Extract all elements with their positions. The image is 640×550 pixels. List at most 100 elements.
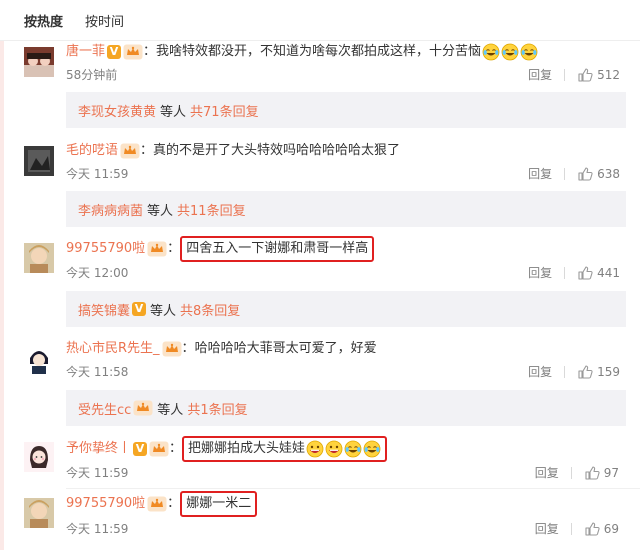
like-button[interactable]: 441 — [577, 265, 620, 281]
comment-username[interactable]: 毛的呓语 — [66, 140, 118, 162]
grin-emoji-icon — [306, 440, 324, 458]
comment-text-line: 99755790啦 ： 四舍五入一下谢娜和肃哥一样高 — [66, 236, 375, 262]
sub-replies-box: 受先生cc 等人 共1条回复 — [66, 390, 626, 426]
verified-v-icon: V — [132, 301, 147, 317]
comment-username[interactable]: 99755790啦 — [66, 239, 145, 259]
comment-actions: 回复 638 — [528, 165, 620, 182]
vip-crown-icon — [123, 44, 143, 60]
sub-reply-connector: 等人 — [150, 303, 177, 319]
comment-username[interactable]: 唐一菲 — [66, 41, 105, 63]
comment-text-line: 唐一菲 V ： 我啥特效都没开，不知道为啥每次都拍成这样，十分苦恼 — [66, 41, 538, 63]
laugh-cry-emoji-icon — [344, 440, 362, 458]
action-separator — [570, 522, 572, 535]
thumbs-up-icon — [584, 465, 600, 481]
comment-text-line: 予你挚终丨 V ： 把娜娜拍成大头娃娃 — [66, 436, 388, 462]
avatar[interactable] — [24, 47, 54, 77]
view-replies-link[interactable]: 共11条回复 — [177, 200, 246, 219]
like-count: 512 — [597, 67, 620, 82]
sub-replies-box: 李病病病菌 等人 共11条回复 — [66, 191, 626, 227]
reply-button[interactable]: 回复 — [535, 464, 559, 481]
vip-crown-icon — [149, 441, 169, 457]
laugh-cry-emoji-icon — [363, 440, 381, 458]
like-button[interactable]: 638 — [577, 166, 620, 182]
view-replies-link[interactable]: 共71条回复 — [190, 101, 259, 120]
comment-divider — [66, 488, 640, 489]
thumbs-up-icon — [577, 364, 593, 380]
comment-item: 99755790啦 ： 四舍五入一下谢娜和肃哥一样高 今天 12:00 回复 4… — [0, 236, 640, 331]
sub-reply-connector: 等人 — [147, 203, 174, 219]
sub-replies-box: 搞笑锦囊 V 等人 共8条回复 — [66, 291, 626, 327]
like-count: 97 — [603, 465, 619, 480]
sub-reply-users[interactable]: 搞笑锦囊 — [78, 300, 130, 319]
comment-text: 四舍五入一下谢娜和肃哥一样高 — [186, 241, 369, 256]
vip-crown-icon — [162, 341, 182, 357]
comment-actions: 回复 512 — [528, 66, 620, 83]
comment-text-line: 99755790啦 ： 娜娜一米二 — [66, 491, 258, 517]
reply-button[interactable]: 回复 — [528, 165, 552, 182]
avatar[interactable] — [24, 146, 54, 176]
avatar[interactable] — [24, 498, 54, 528]
comment-username[interactable]: 99755790啦 — [66, 494, 145, 514]
comment-text: 娜娜一米二 — [186, 496, 252, 511]
vip-crown-icon — [133, 400, 153, 416]
vip-crown-icon — [147, 241, 167, 257]
highlight-box: 娜娜一米二 — [180, 491, 258, 517]
like-count: 441 — [597, 265, 620, 280]
action-separator — [564, 167, 566, 180]
sort-by-time-tab[interactable]: 按时间 — [85, 11, 124, 30]
comment-actions: 回复 69 — [535, 520, 619, 537]
verified-v-icon: V — [107, 44, 122, 60]
colon-separator: ： — [181, 341, 195, 356]
sub-reply-connector: 等人 — [160, 104, 187, 120]
like-button[interactable]: 97 — [584, 465, 619, 481]
thumbs-up-icon — [584, 521, 600, 537]
comment-item: 唐一菲 V ： 我啥特效都没开，不知道为啥每次都拍成这样，十分苦恼 58分钟前 … — [0, 41, 640, 135]
comment-text-line: 热心市民R先生_ ： 哈哈哈哈大菲哥太可爱了，好爱 — [66, 338, 377, 360]
laugh-cry-emoji-icon — [501, 43, 519, 61]
sub-reply-connector: 等人 — [157, 402, 184, 418]
reply-button[interactable]: 回复 — [535, 520, 559, 537]
colon-separator: ： — [169, 441, 183, 456]
like-count: 159 — [597, 364, 620, 379]
colon-separator: ： — [167, 496, 181, 511]
action-separator — [570, 466, 572, 479]
reply-button[interactable]: 回复 — [528, 66, 552, 83]
reply-button[interactable]: 回复 — [528, 264, 552, 281]
highlight-box: 四舍五入一下谢娜和肃哥一样高 — [180, 236, 375, 262]
comment-item: 予你挚终丨 V ： 把娜娜拍成大头娃娃 今天 11:59 回复 97 — [0, 436, 640, 488]
highlight-box: 把娜娜拍成大头娃娃 — [182, 436, 388, 462]
thumbs-up-icon — [577, 166, 593, 182]
action-separator — [564, 365, 566, 378]
comment-time: 今天 11:59 — [66, 522, 129, 536]
comment-time: 今天 11:59 — [66, 167, 129, 181]
avatar[interactable] — [24, 344, 54, 374]
comment-time: 今天 11:58 — [66, 365, 129, 379]
comment-text-line: 毛的呓语 ： 真的不是开了大头特效吗哈哈哈哈哈太狠了 — [66, 140, 400, 162]
thumbs-up-icon — [577, 265, 593, 281]
sort-bar: 按热度 按时间 — [0, 0, 640, 40]
reply-button[interactable]: 回复 — [528, 363, 552, 380]
sub-reply-users[interactable]: 李病病病菌 — [78, 200, 143, 219]
like-button[interactable]: 159 — [577, 364, 620, 380]
sub-reply-users[interactable]: 受先生cc — [78, 399, 131, 418]
comment-username[interactable]: 予你挚终丨 — [66, 439, 131, 459]
like-button[interactable]: 69 — [584, 521, 619, 537]
avatar[interactable] — [24, 243, 54, 273]
action-separator — [564, 68, 566, 81]
colon-separator: ： — [140, 143, 154, 158]
like-count: 69 — [603, 521, 619, 536]
grin-emoji-icon — [325, 440, 343, 458]
like-button[interactable]: 512 — [577, 67, 620, 83]
comment-item: 热心市民R先生_ ： 哈哈哈哈大菲哥太可爱了，好爱 今天 11:58 回复 15… — [0, 338, 640, 432]
sub-reply-users[interactable]: 李现女孩黄黄 — [78, 101, 156, 120]
comment-text: 哈哈哈哈大菲哥太可爱了，好爱 — [194, 341, 377, 356]
view-replies-link[interactable]: 共8条回复 — [180, 300, 240, 319]
comment-item: 99755790啦 ： 娜娜一米二 今天 11:59 回复 69 — [0, 491, 640, 550]
avatar[interactable] — [24, 442, 54, 472]
view-replies-link[interactable]: 共1条回复 — [187, 399, 247, 418]
sort-by-hot-tab[interactable]: 按热度 — [24, 11, 63, 30]
comment-actions: 回复 97 — [535, 464, 619, 481]
thumbs-up-icon — [577, 67, 593, 83]
comment-username[interactable]: 热心市民R先生_ — [66, 338, 160, 360]
comment-text: 真的不是开了大头特效吗哈哈哈哈哈太狠了 — [153, 143, 401, 158]
